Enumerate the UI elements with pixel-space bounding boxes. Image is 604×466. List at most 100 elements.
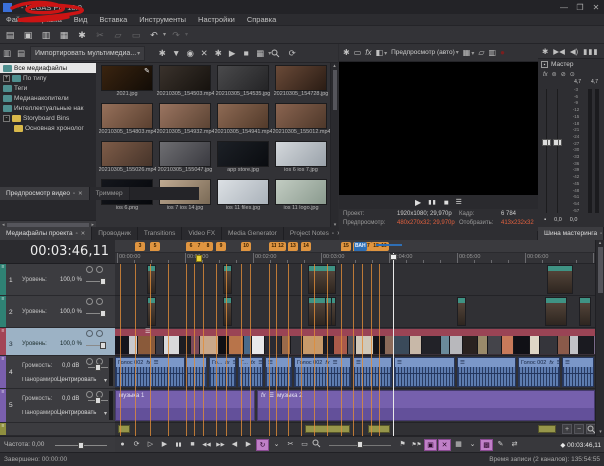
undo-icon-caret[interactable]: ▾: [163, 31, 166, 38]
mosaic-clip[interactable]: [164, 336, 180, 354]
mosaic-clip[interactable]: [488, 336, 502, 354]
track-grip-icon[interactable]: ≡: [0, 264, 6, 270]
audio-voice-clip[interactable]: Голос 002fx☰: [294, 357, 351, 387]
rate-scrub-slider[interactable]: [329, 439, 391, 451]
copy-icon[interactable]: ▱: [110, 28, 126, 42]
envelope-icon[interactable]: ✎: [494, 439, 507, 451]
overlays-grid-icon[interactable]: ▦▾: [463, 48, 475, 57]
bus-solo-icon[interactable]: ⊙: [570, 71, 575, 78]
region-insert-icon[interactable]: ⚑⚑: [410, 439, 423, 451]
stop-preview-icon[interactable]: ■: [239, 48, 253, 58]
bin-item[interactable]: Основная хронолог: [0, 123, 96, 133]
video-clip[interactable]: [547, 265, 573, 294]
mosaic-clip[interactable]: [502, 336, 514, 354]
bus-mute-icon[interactable]: ⊘: [561, 71, 566, 78]
pan-caret-icon[interactable]: ▾: [104, 377, 107, 384]
record-icon[interactable]: ●: [116, 439, 129, 451]
timeline-marker[interactable]: 5: [150, 242, 160, 251]
redo-icon[interactable]: ↷: [168, 28, 184, 42]
mosaic-clip[interactable]: [570, 336, 579, 354]
open-project-icon[interactable]: ▣: [20, 28, 36, 42]
track-row-1[interactable]: [115, 264, 595, 296]
media-thumbnail[interactable]: ios 11 logo.jpg: [272, 177, 330, 215]
audio-voice-clip[interactable]: ☰: [394, 357, 455, 387]
bin-item[interactable]: Медианакопители: [0, 93, 96, 103]
render-as-icon[interactable]: ▦: [56, 28, 72, 42]
menu-icon[interactable]: ☰: [456, 198, 462, 206]
mosaic-clip[interactable]: [394, 336, 410, 354]
next-frame-icon[interactable]: ▶: [242, 439, 255, 451]
audio-music-clip[interactable]: fx☰музыка 2: [257, 390, 595, 421]
track-solo-icon[interactable]: [96, 330, 103, 337]
expand-icon[interactable]: +: [3, 75, 10, 82]
menu-item-Инструменты[interactable]: Инструменты: [133, 14, 192, 26]
track-grip-icon[interactable]: ≡: [0, 389, 6, 395]
zoom-tool-button[interactable]: [586, 424, 595, 434]
save-project-icon[interactable]: ▥: [38, 28, 54, 42]
media-thumbnail[interactable]: 20210305_154932.mp4: [156, 101, 214, 139]
media-thumbnail[interactable]: app store.jpg: [214, 139, 272, 177]
mosaic-clip[interactable]: [450, 336, 463, 354]
playhead[interactable]: [393, 253, 394, 436]
mosaic-clip[interactable]: [282, 336, 291, 354]
mosaic-clip[interactable]: [540, 336, 558, 354]
media-thumbnail[interactable]: ios 6 ios 7.jpg: [272, 139, 330, 177]
clip-menu-icon[interactable]: ☰: [565, 360, 570, 366]
preview-quality-dropdown[interactable]: Предпросмотр (авто)▾: [391, 49, 459, 56]
video-clip[interactable]: [545, 297, 567, 326]
grouping-icon[interactable]: ▦: [452, 439, 465, 451]
track-grip-icon[interactable]: ≡: [0, 328, 6, 334]
level-slider-handle[interactable]: [100, 310, 106, 317]
master-bus-header[interactable]: ▪ Мастер: [538, 59, 604, 70]
new-bin-icon[interactable]: ▤: [14, 48, 28, 59]
zoom-out-button[interactable]: −: [574, 424, 584, 434]
media-thumbnail[interactable]: 20210305_155047.jpg: [156, 139, 214, 177]
clip-fx-icon[interactable]: fx: [261, 393, 266, 399]
track-header-5[interactable]: ≡5Громкость:0,0 dBПанорамирование:Центри…: [0, 389, 115, 423]
go-to-start-icon[interactable]: ◀◀: [200, 439, 213, 451]
mosaic-clip[interactable]: [514, 336, 530, 354]
video-clip[interactable]: [147, 265, 156, 294]
track-mute-icon[interactable]: [86, 358, 93, 365]
prev-frame-icon[interactable]: ◀: [228, 439, 241, 451]
capture-video-icon[interactable]: ✱: [155, 48, 169, 59]
ripple-edit-toggle[interactable]: ▩: [480, 439, 493, 451]
tab-mastering-bus[interactable]: Шина мастеринга▫: [538, 227, 604, 240]
new-project-icon[interactable]: ▤: [2, 28, 18, 42]
volume-slider-handle[interactable]: [95, 397, 101, 404]
clip-menu-icon[interactable]: ☰: [154, 360, 159, 366]
close-button[interactable]: ✕: [588, 3, 604, 12]
volume-slider-handle[interactable]: [95, 364, 101, 371]
timeline-marker[interactable]: 13: [288, 242, 298, 251]
zoom-tool-icon[interactable]: [312, 439, 325, 451]
external-monitor-icon[interactable]: ▭: [354, 48, 362, 57]
tab-Transitions[interactable]: Transitions: [138, 227, 183, 240]
scrub-handle[interactable]: [357, 441, 363, 448]
split-icon[interactable]: ✂: [284, 439, 297, 451]
pause-icon[interactable]: ▮▮: [428, 199, 437, 206]
track-mute-icon[interactable]: [86, 266, 93, 273]
mosaic-clip[interactable]: [422, 336, 441, 354]
import-media-button[interactable]: Импортировать мультимедиа...▾: [30, 46, 145, 61]
track-mute-icon[interactable]: [86, 298, 93, 305]
video-clip[interactable]: [457, 297, 466, 326]
audio-voice-clip[interactable]: Го...fx☰: [209, 357, 236, 387]
tab-Проводник[interactable]: Проводник: [92, 227, 138, 240]
mosaic-clip[interactable]: [115, 336, 129, 354]
rate-slider-handle[interactable]: [78, 442, 84, 449]
tab-Медиафайлы проекта[interactable]: Медиафайлы проекта▫✕: [0, 227, 92, 240]
bin-item[interactable]: -Storyboard Bins: [0, 113, 96, 123]
track-row-6[interactable]: [115, 423, 595, 436]
mosaic-clip[interactable]: [579, 336, 594, 354]
loop-playback-icon[interactable]: ⟳: [130, 439, 143, 451]
clip-menu-icon[interactable]: ☰: [557, 360, 559, 366]
yellow-marker[interactable]: [196, 255, 202, 262]
playback-mode-button[interactable]: ↻: [256, 439, 269, 451]
record-dot-icon[interactable]: ●: [500, 48, 505, 57]
save-snapshot-icon[interactable]: ▥: [489, 48, 497, 57]
mosaic-clip[interactable]: [265, 336, 282, 354]
audio-voice-clip[interactable]: Голос 002fx☰: [518, 357, 560, 387]
clip-menu-icon[interactable]: ☰: [397, 360, 402, 366]
meters-icon[interactable]: ▮▮▮: [583, 47, 598, 56]
mixer-settings-gear-icon[interactable]: ✱: [542, 47, 548, 56]
